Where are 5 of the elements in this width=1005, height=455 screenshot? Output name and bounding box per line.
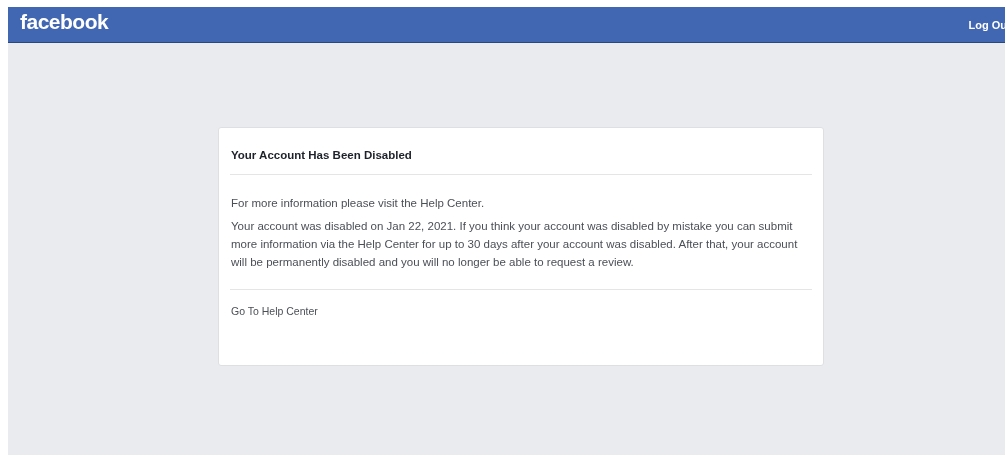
logo[interactable]: facebook	[20, 9, 109, 34]
help-center-link[interactable]: Go To Help Center	[231, 305, 318, 317]
message-text: Your account was disabled on Jan 22, 2021. If you think your account was disabled by mistake you can submit more information via the Help Center for up to 30 days after your account was disabled. After that, your account will be permanently disabled and you will no longer be able to request a review.	[231, 219, 799, 270]
message-text: For more information please visit the Help Center.	[231, 196, 486, 211]
card-title: Your Account Has Been Disabled	[230, 128, 812, 175]
